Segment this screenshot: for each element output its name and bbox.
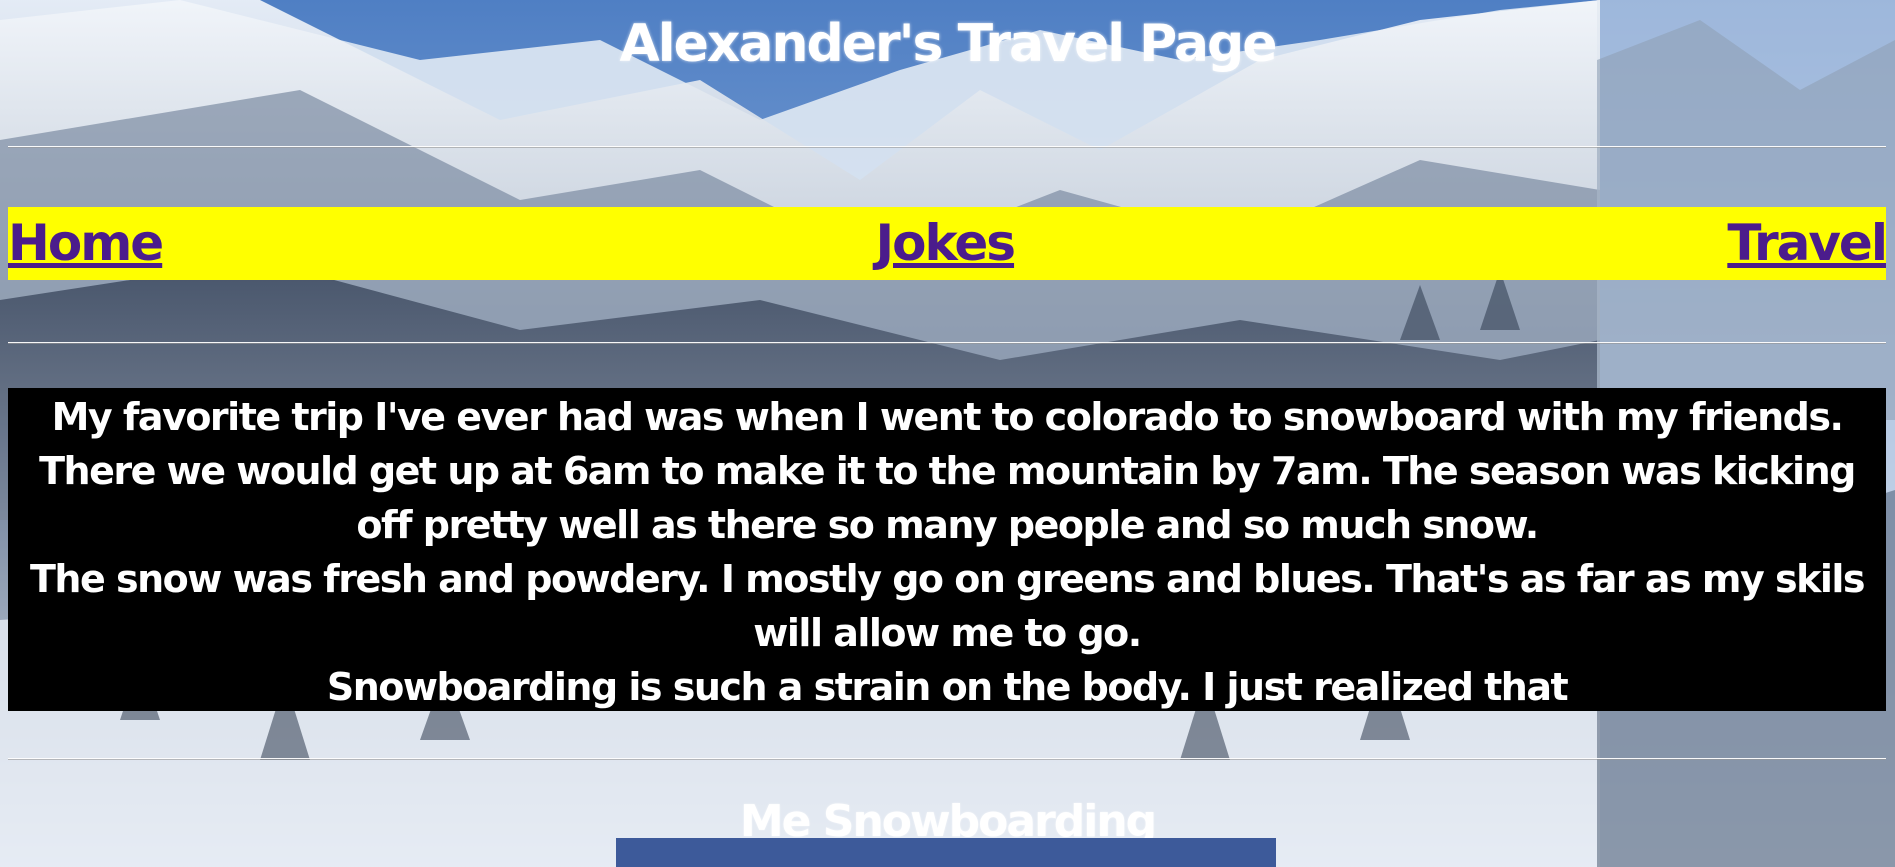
navigation-bar: Home Jokes Travel <box>8 207 1888 280</box>
story-paragraph: The snow was fresh and powdery. I mostly… <box>29 557 1866 655</box>
nav-link-jokes[interactable]: Jokes <box>876 207 1017 280</box>
nav-link-travel[interactable]: Travel <box>1727 207 1888 280</box>
divider <box>8 758 1886 760</box>
travel-story: My favorite trip I've ever had was when … <box>8 388 1886 711</box>
divider <box>8 342 1886 344</box>
nav-link-home[interactable]: Home <box>8 207 164 280</box>
story-paragraph: Snowboarding is such a strain on the bod… <box>326 665 1569 709</box>
snowboarding-photo <box>616 838 1276 867</box>
story-paragraph: My favorite trip I've ever had was when … <box>51 395 1844 439</box>
divider <box>8 146 1886 148</box>
story-paragraph: There we would get up at 6am to make it … <box>39 449 1856 547</box>
page-title: Alexander's Travel Page <box>619 14 1278 74</box>
